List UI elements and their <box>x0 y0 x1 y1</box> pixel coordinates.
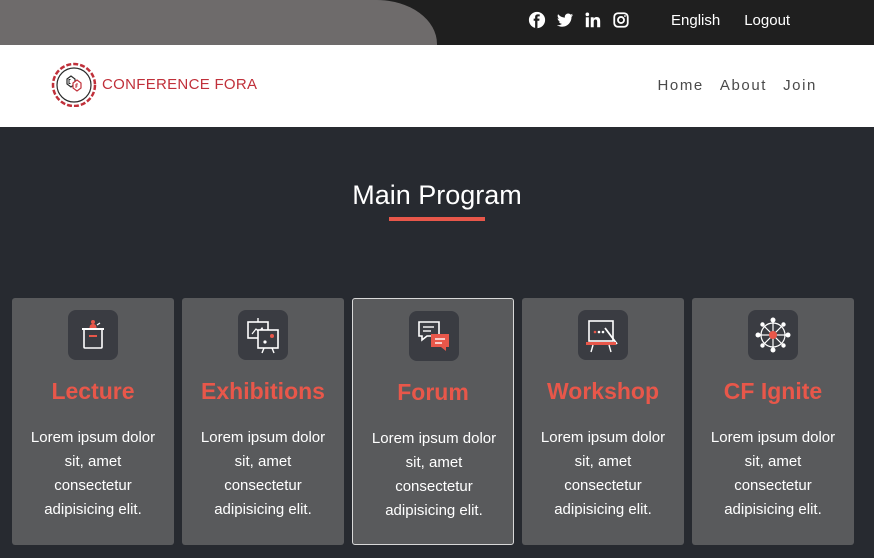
card-text: Lorem ipsum dolor sit, amet consectetur … <box>200 429 326 518</box>
card-title: Workshop <box>546 378 660 404</box>
site-header: CONFERENCE FORA Home About Join <box>0 45 874 127</box>
program-card-cf-ignite[interactable]: CF Ignite Lorem ipsum dolor sit, amet co… <box>692 298 854 545</box>
card-title: CF Ignite <box>723 378 823 404</box>
card-text: Lorem ipsum dolor sit, amet consectetur … <box>30 429 156 518</box>
presentation-board-icon <box>578 310 628 360</box>
instagram-icon[interactable] <box>612 11 630 29</box>
card-title: Forum <box>397 379 469 405</box>
main-nav: Home About Join <box>657 77 817 94</box>
lectern-icon <box>68 310 118 360</box>
program-card-lecture[interactable]: Lecture Lorem ipsum dolor sit, amet cons… <box>12 298 174 545</box>
logo-text: CONFERENCE FORA <box>102 75 258 93</box>
top-bar: English Logout <box>0 0 874 45</box>
program-cards: Lecture Lorem ipsum dolor sit, amet cons… <box>12 298 854 545</box>
program-card-forum[interactable]: Forum Lorem ipsum dolor sit, amet consec… <box>352 298 514 545</box>
program-card-workshop[interactable]: Workshop Lorem ipsum dolor sit, amet con… <box>522 298 684 545</box>
nav-join[interactable]: Join <box>783 77 817 94</box>
network-icon <box>748 310 798 360</box>
social-links <box>528 11 630 29</box>
logout-link[interactable]: Logout <box>744 12 790 29</box>
card-title: Exhibitions <box>201 378 325 404</box>
nav-about[interactable]: About <box>720 77 767 94</box>
nav-home[interactable]: Home <box>657 77 703 94</box>
conference-fora-logo-icon <box>51 62 97 107</box>
card-text: Lorem ipsum dolor sit, amet consectetur … <box>371 430 497 519</box>
section-title: Main Program <box>352 180 522 210</box>
chat-bubbles-icon <box>409 311 459 361</box>
logo[interactable]: CONFERENCE FORA <box>48 61 257 107</box>
linkedin-icon[interactable] <box>584 11 602 29</box>
top-nav: English Logout <box>671 12 790 29</box>
exhibition-board-icon <box>238 310 288 360</box>
twitter-icon[interactable] <box>556 11 574 29</box>
language-link[interactable]: English <box>671 12 720 29</box>
title-underline <box>389 217 485 221</box>
card-text: Lorem ipsum dolor sit, amet consectetur … <box>540 429 666 518</box>
program-card-exhibitions[interactable]: Exhibitions Lorem ipsum dolor sit, amet … <box>182 298 344 545</box>
facebook-icon[interactable] <box>528 11 546 29</box>
top-bar-decorative-shape <box>0 0 437 45</box>
card-text: Lorem ipsum dolor sit, amet consectetur … <box>710 429 836 518</box>
card-title: Lecture <box>51 378 135 404</box>
